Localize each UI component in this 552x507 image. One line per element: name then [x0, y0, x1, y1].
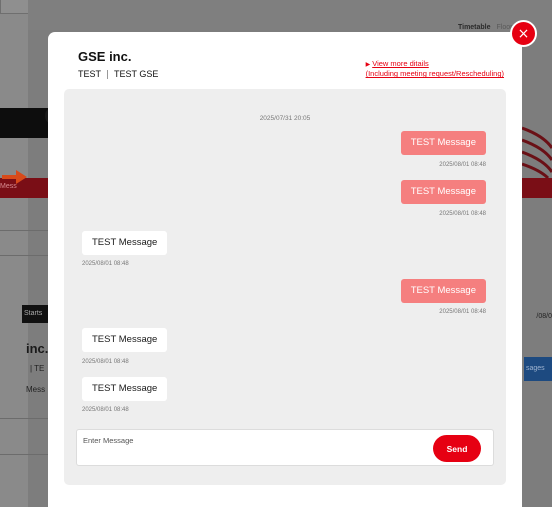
chat-date-header: 2025/07/31 20:05: [259, 115, 311, 122]
message-bubble-incoming: TEST Message: [82, 231, 168, 255]
background-start-badge: Starts: [22, 305, 50, 323]
message-modal: GSE inc. TEST TEST GSE ▶ View more ditail…: [48, 32, 522, 507]
message-timestamp: 2025/08/01 08:48: [82, 359, 129, 365]
background-decoration-icon: [522, 126, 552, 178]
message-bubble-outgoing: TEST Message: [400, 131, 486, 155]
background-company-name: inc.: [26, 341, 49, 356]
triangle-right-icon: ▶: [365, 62, 371, 68]
message-bubble-incoming: TEST Message: [82, 328, 168, 352]
background-contact-name: TE: [34, 364, 45, 373]
background-date: /08/0: [536, 313, 552, 320]
message-timestamp: 2025/08/01 08:48: [82, 261, 129, 267]
background-left-panel: [0, 0, 28, 507]
background-divider: [0, 255, 48, 256]
contact-separator: [107, 69, 109, 79]
background-red-band-right: [522, 178, 552, 198]
view-more-details-link[interactable]: ▶ View more ditails (Including meeting re…: [366, 59, 504, 78]
company-name: GSE inc.: [78, 49, 132, 64]
contact-second: TEST GSE: [114, 69, 159, 79]
background-contact: | TE: [30, 364, 45, 373]
contact-info: TEST TEST GSE: [78, 69, 158, 79]
message-composer: Send: [76, 429, 494, 466]
chat-thread[interactable]: 2025/07/31 20:05 TEST Message 2025/08/01…: [64, 89, 506, 485]
message-timestamp: 2025/08/01 08:48: [82, 407, 129, 413]
background-messages-button: sages: [524, 357, 552, 381]
message-input[interactable]: [83, 436, 423, 445]
message-timestamp: 2025/08/01 08:48: [439, 309, 486, 315]
arrow-right-icon: [2, 170, 27, 184]
message-bubble-incoming: TEST Message: [82, 377, 168, 401]
background-timetable-link: Timetable: [457, 24, 491, 31]
background-divider: [0, 418, 48, 419]
view-more-details-subtext: (Including meeting request/Rescheduling): [365, 69, 504, 79]
background-divider: [0, 230, 48, 231]
contact-first: TEST: [78, 69, 102, 79]
message-timestamp: 2025/08/01 08:48: [439, 211, 486, 217]
message-bubble-outgoing: TEST Message: [400, 180, 486, 204]
background-divider: [0, 454, 48, 455]
message-bubble-outgoing: TEST Message: [400, 279, 486, 303]
send-button[interactable]: Send: [433, 435, 481, 462]
background-messages-label: Mess: [26, 385, 46, 394]
view-more-details-text: View more ditails: [372, 59, 429, 68]
message-timestamp: 2025/08/01 08:48: [439, 162, 486, 168]
close-icon[interactable]: ×: [510, 20, 537, 47]
